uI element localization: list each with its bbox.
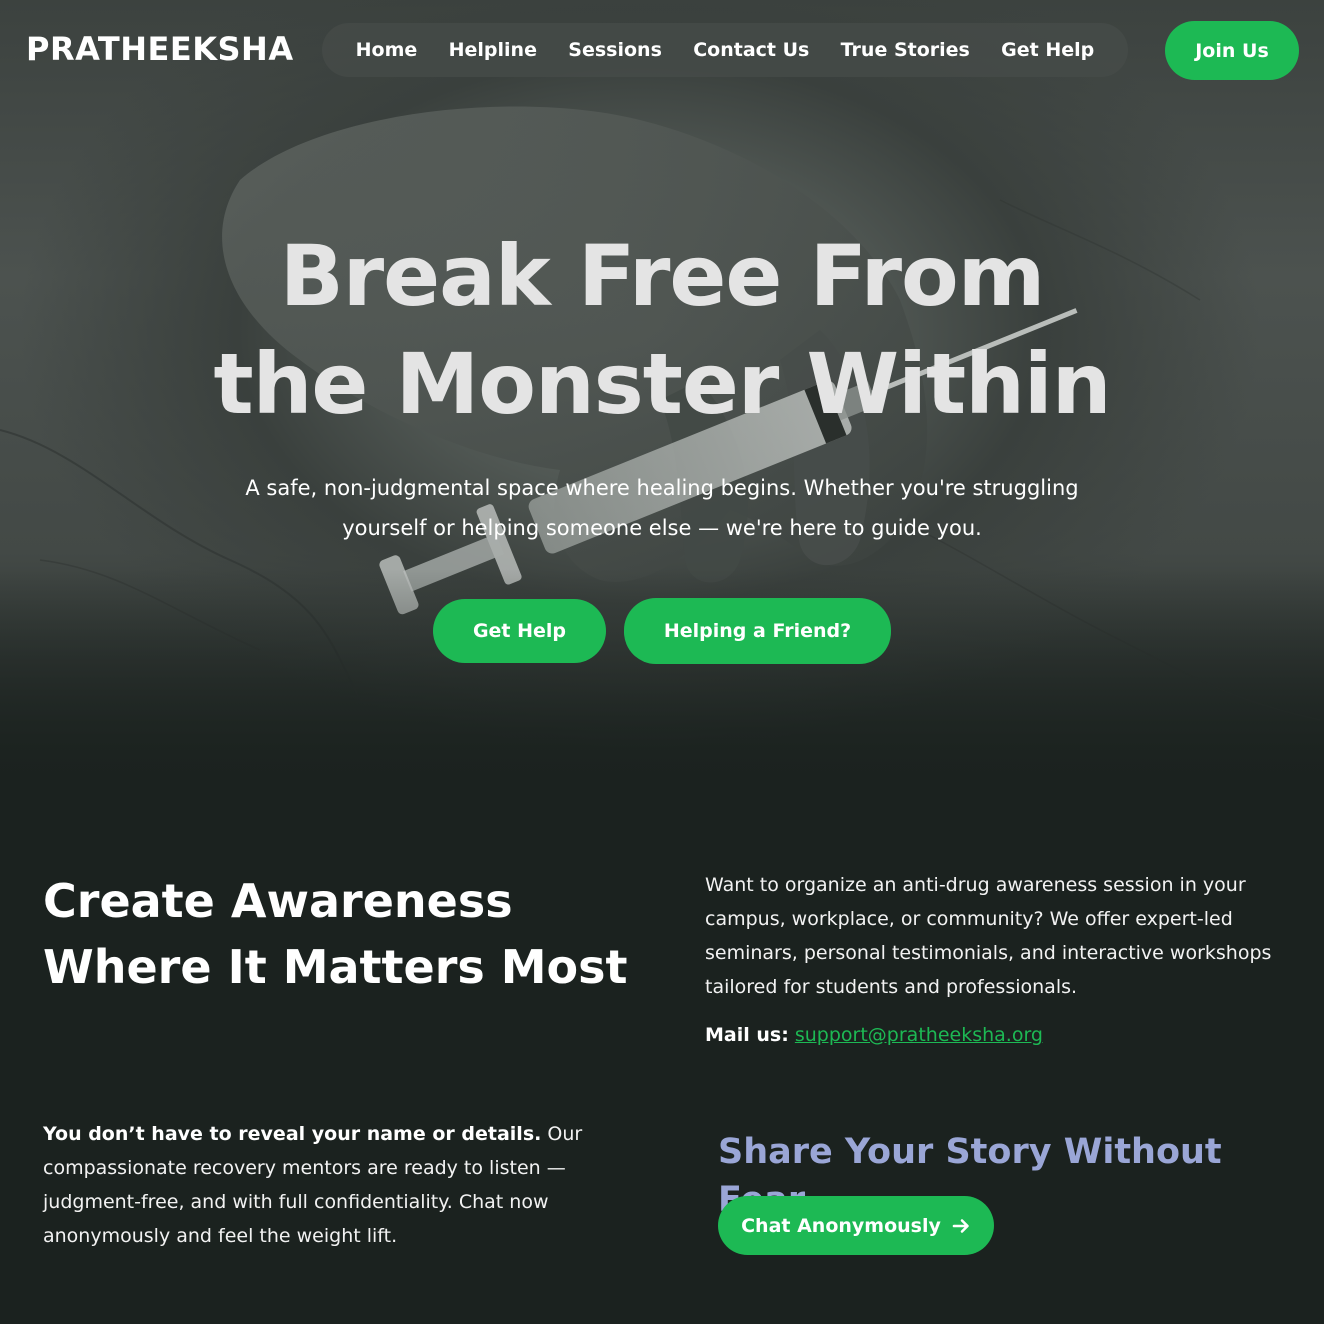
helping-a-friend-button[interactable]: Helping a Friend?: [624, 598, 891, 664]
support-email-link[interactable]: support@pratheeksha.org: [795, 1024, 1043, 1046]
hero-title: Break Free From the Monster Within: [0, 222, 1324, 438]
chat-anonymously-label: Chat Anonymously: [741, 1214, 941, 1237]
hero-subtitle: A safe, non-judgmental space where heali…: [245, 476, 1079, 540]
nav-item-contact-us[interactable]: Contact Us: [693, 39, 809, 61]
site-logo[interactable]: PRATHEEKSHA: [26, 30, 294, 68]
anonymous-bold-text: You don’t have to reveal your name or de…: [43, 1123, 542, 1145]
anonymous-description: You don’t have to reveal your name or de…: [43, 1117, 633, 1253]
awareness-title: Create Awareness Where It Matters Most: [43, 874, 628, 994]
hero-title-line-2: the Monster Within: [213, 335, 1111, 433]
arrow-right-icon: [951, 1216, 971, 1236]
mail-line: Mail us: support@pratheeksha.org: [705, 1020, 1305, 1050]
nav-item-helpline[interactable]: Helpline: [449, 39, 537, 61]
main-navigation: Home Helpline Sessions Contact Us True S…: [322, 23, 1128, 77]
nav-item-get-help[interactable]: Get Help: [1001, 39, 1094, 61]
nav-item-true-stories[interactable]: True Stories: [841, 39, 970, 61]
mail-label: Mail us:: [705, 1024, 789, 1046]
awareness-description: Want to organize an anti-drug awareness …: [705, 874, 1272, 998]
hero-title-line-1: Break Free From: [279, 227, 1046, 325]
nav-item-sessions[interactable]: Sessions: [568, 39, 662, 61]
get-help-button[interactable]: Get Help: [433, 599, 606, 663]
nav-item-home[interactable]: Home: [356, 39, 418, 61]
chat-anonymously-button[interactable]: Chat Anonymously: [718, 1196, 994, 1255]
join-us-button[interactable]: Join Us: [1165, 21, 1299, 80]
